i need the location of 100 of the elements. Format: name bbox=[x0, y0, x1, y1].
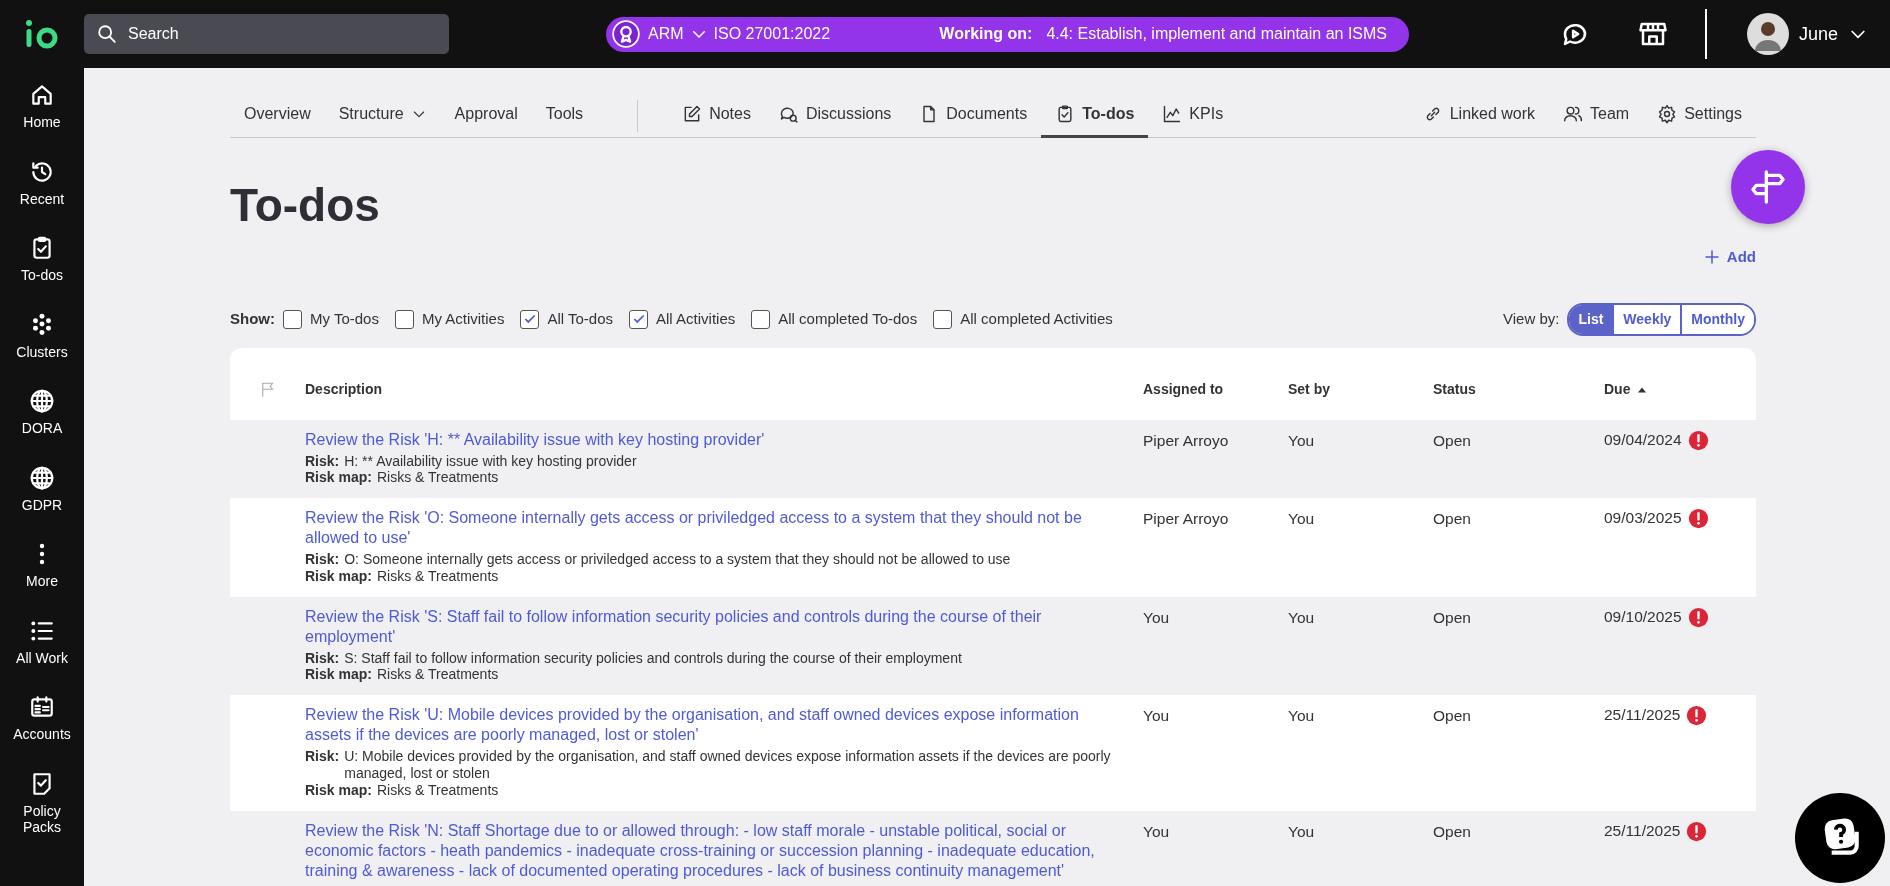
column-header[interactable]: Status bbox=[1433, 379, 1476, 400]
due-date: 25/11/2025 bbox=[1604, 705, 1681, 725]
risk-map-text: Risks & Treatments bbox=[376, 469, 499, 487]
logo-icon[interactable] bbox=[25, 19, 59, 49]
org-name: ARM bbox=[648, 24, 684, 44]
filter-checkbox[interactable]: My To-dos bbox=[283, 307, 379, 331]
status: Open bbox=[1433, 707, 1471, 725]
chart-icon bbox=[1162, 104, 1183, 124]
todo-link[interactable]: Review the Risk 'S: Staff fail to follow information security policies and controls during the course of their employment' bbox=[305, 606, 1121, 647]
sidebar-item[interactable]: Clusters bbox=[16, 311, 68, 388]
todo-link[interactable]: Review the Risk 'O: Someone internally gets access or priviledged access to a system that they should not be allowed to use' bbox=[305, 508, 1121, 549]
tab[interactable]: Settings bbox=[1643, 93, 1756, 138]
view-by-label: View by: bbox=[1503, 308, 1560, 329]
user-menu[interactable]: June bbox=[1746, 13, 1868, 55]
tab[interactable]: Discussions bbox=[764, 93, 906, 138]
risk-label: Risk: bbox=[305, 649, 340, 667]
assignee: You bbox=[1143, 608, 1170, 626]
assignee: You bbox=[1143, 822, 1170, 840]
risk-label: Risk: bbox=[305, 452, 340, 470]
status: Open bbox=[1433, 510, 1471, 528]
sidebar-item[interactable]: Recent bbox=[19, 158, 65, 235]
column-header[interactable]: Assigned to bbox=[1143, 379, 1224, 400]
sidebar-item[interactable]: More bbox=[26, 541, 58, 618]
pencil-icon bbox=[682, 104, 703, 124]
show-label: Show: bbox=[230, 308, 275, 329]
globe-icon bbox=[29, 388, 55, 414]
due-date: 09/03/2025 bbox=[1604, 508, 1682, 528]
risk-text: H: ** Availability issue with key hosting provider bbox=[344, 452, 637, 470]
sidebar-item[interactable]: GDPR bbox=[21, 464, 63, 541]
risk-text: O: Someone internally gets access or priviledged access to a system that they should not be allowed to use bbox=[344, 551, 1011, 568]
working-on-label: Working on: bbox=[939, 24, 1033, 44]
risk-map-text: Risks & Treatments bbox=[376, 666, 499, 684]
risk-map-label: Risk map: bbox=[305, 666, 372, 684]
sidebar-item[interactable]: Policy Packs bbox=[7, 770, 77, 847]
risk-text: U: Mobile devices provided by the organisation, and staff owned devices expose information assets if the devices are poorly managed, lost or stolen bbox=[344, 748, 1112, 782]
framework-name: ISO 27001:2022 bbox=[713, 24, 831, 44]
checkmark-icon bbox=[631, 312, 646, 326]
sidebar-item[interactable]: Home bbox=[23, 82, 61, 159]
tab[interactable]: Documents bbox=[905, 93, 1042, 138]
accounts-icon bbox=[29, 694, 55, 720]
risk-map-text: Risks & Treatments bbox=[376, 567, 499, 585]
avatar bbox=[1746, 13, 1789, 55]
column-header[interactable]: Description bbox=[305, 379, 382, 400]
due-date: 25/11/2025 bbox=[1604, 820, 1681, 841]
search-field[interactable]: Search bbox=[84, 14, 449, 54]
tab[interactable]: Tools bbox=[531, 93, 598, 138]
risk-map-label: Risk map: bbox=[305, 781, 372, 799]
view-option[interactable]: Monthly bbox=[1680, 304, 1754, 334]
tab[interactable]: Notes bbox=[668, 93, 765, 138]
status: Open bbox=[1433, 822, 1471, 840]
set-by: You bbox=[1288, 707, 1315, 725]
todo-link[interactable]: Review the Risk 'U: Mobile devices provided by the organisation, and staff owned devices expose information assets if the devices are poorly managed, lost or stolen' bbox=[305, 705, 1121, 746]
column-header[interactable]: Set by bbox=[1288, 379, 1330, 400]
search-icon bbox=[96, 23, 118, 45]
sidebar-item[interactable]: All Work bbox=[16, 617, 68, 694]
tab[interactable]: KPIs bbox=[1148, 93, 1238, 138]
tab[interactable]: Overview bbox=[230, 93, 325, 138]
assignee: Piper Arroyo bbox=[1143, 510, 1229, 528]
sidebar-item[interactable]: Accounts bbox=[13, 694, 71, 771]
status: Open bbox=[1433, 608, 1471, 626]
working-on-text: 4.4: Establish, implement and maintain an ISMS bbox=[1046, 24, 1387, 44]
guide-button[interactable] bbox=[1731, 150, 1805, 224]
risk-text: S: Staff fail to follow information security policies and controls during the course of their employment bbox=[344, 649, 962, 667]
tab[interactable]: Structure bbox=[324, 93, 441, 138]
risk-map-label: Risk map: bbox=[305, 469, 372, 487]
risk-label: Risk: bbox=[305, 551, 340, 568]
context-bar[interactable]: ARM ISO 27001:2022 Working on: 4.4: Establish, implement and maintain an ISMS bbox=[606, 16, 1409, 52]
filter-checkbox[interactable]: All completed Activities bbox=[933, 307, 1113, 331]
todo-link[interactable]: Review the Risk 'H: ** Availability issue with key hosting provider' bbox=[305, 429, 1121, 450]
risk-map-text: Risks & Treatments bbox=[376, 781, 499, 799]
badge-icon bbox=[612, 20, 640, 48]
tab[interactable]: Team bbox=[1549, 93, 1644, 138]
checkmark-icon bbox=[522, 312, 537, 326]
settings-icon bbox=[1657, 104, 1678, 124]
people-icon bbox=[1563, 104, 1584, 124]
due-date: 09/04/2024 bbox=[1604, 429, 1682, 449]
filter-checkbox[interactable]: All Activities bbox=[629, 307, 736, 331]
set-by: You bbox=[1288, 431, 1315, 449]
tab[interactable]: Approval bbox=[440, 93, 532, 138]
signpost-icon bbox=[1748, 167, 1788, 207]
assignee: Piper Arroyo bbox=[1143, 431, 1229, 449]
todo-link[interactable]: Review the Risk 'N: Staff Shortage due to or allowed through: - low staff morale - unstable political, social or economic factors - heath pandemics - inadequate cross-training or succession planning - inadequate education, training & awareness - lack of documented operating procedures - lack of business continuity management' bbox=[305, 820, 1121, 881]
view-option[interactable]: List bbox=[1569, 304, 1613, 334]
sidebar-item[interactable]: To-dos bbox=[21, 235, 63, 312]
add-link[interactable]: Add bbox=[1702, 246, 1756, 269]
tab[interactable]: Linked work bbox=[1408, 93, 1550, 138]
risk-label: Risk: bbox=[305, 748, 340, 767]
filter-checkbox[interactable]: My Activities bbox=[394, 307, 505, 331]
filter-checkbox[interactable]: All To-dos bbox=[520, 307, 614, 331]
view-option[interactable]: Weekly bbox=[1612, 304, 1681, 334]
assignee: You bbox=[1143, 707, 1170, 725]
plus-icon bbox=[1702, 248, 1721, 267]
tab[interactable]: To-dos bbox=[1041, 93, 1149, 138]
filter-checkbox[interactable]: All completed To-dos bbox=[751, 307, 918, 331]
set-by: You bbox=[1288, 510, 1315, 528]
more-icon bbox=[39, 541, 45, 567]
status: Open bbox=[1433, 431, 1471, 449]
due-date: 09/10/2025 bbox=[1604, 606, 1682, 627]
sidebar-item[interactable]: DORA bbox=[21, 388, 63, 465]
column-header[interactable]: Due bbox=[1604, 379, 1631, 400]
